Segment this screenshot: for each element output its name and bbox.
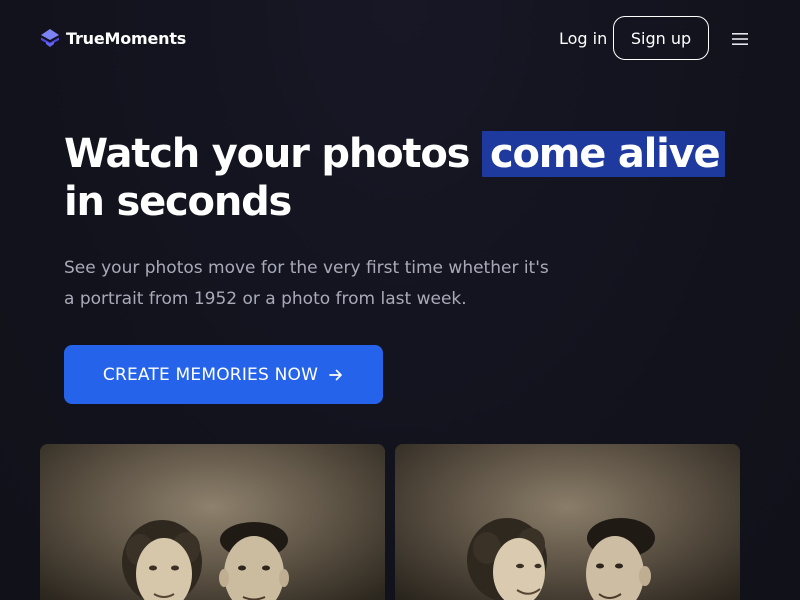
cta-label: CREATE MEMORIES NOW (102, 364, 319, 385)
hero-title-end: in seconds (64, 179, 292, 225)
site-header: TrueMoments Log in Sign up (0, 0, 800, 78)
brand-name: TrueMoments (66, 28, 187, 48)
login-link[interactable]: Log in (559, 28, 607, 50)
hamburger-menu-icon (732, 33, 748, 45)
menu-button[interactable] (728, 29, 752, 49)
cube-stack-icon (41, 29, 59, 47)
vintage-couple-photo-animated[interactable] (395, 444, 740, 600)
photo-image (40, 444, 385, 600)
signup-button[interactable]: Sign up (613, 16, 709, 60)
hero-title-start: Watch your photos (64, 131, 482, 177)
hero-subtitle: See your photos move for the very first … (64, 258, 549, 309)
hero-title-highlight: come alive (481, 131, 726, 177)
create-memories-button[interactable]: CREATE MEMORIES NOW (64, 345, 383, 404)
photo-image (395, 444, 740, 600)
brand-logo-link[interactable]: TrueMoments (40, 28, 186, 48)
arrow-right-icon (329, 369, 342, 380)
landing-page: TrueMoments Log in Sign up Watch your ph… (0, 0, 800, 600)
hero-title: Watch your photos come alive in seconds (64, 130, 764, 226)
vintage-couple-photo-still[interactable] (40, 444, 385, 600)
